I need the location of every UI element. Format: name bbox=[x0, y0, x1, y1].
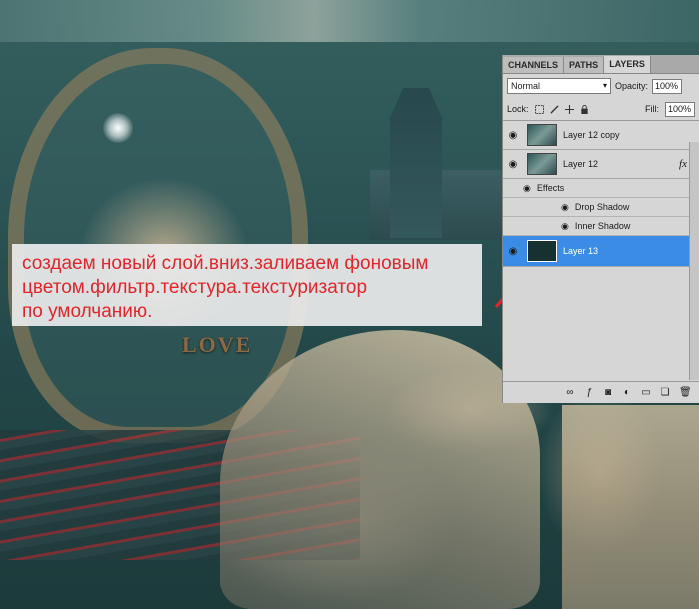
effects-row[interactable]: ◉ Effects bbox=[503, 179, 699, 198]
canvas-top-strip bbox=[0, 0, 699, 42]
layer-name: Layer 12 copy bbox=[563, 130, 620, 140]
fx-icon[interactable]: fx bbox=[679, 158, 687, 170]
adjustment-icon[interactable]: ◐ bbox=[622, 387, 632, 398]
tab-channels[interactable]: CHANNELS bbox=[503, 57, 565, 73]
tutorial-caption: создаем новый слой.вниз.заливаем фоновым… bbox=[12, 244, 482, 326]
effect-row-inner-shadow[interactable]: ◉ Inner Shadow bbox=[503, 217, 699, 236]
layer-thumbnail bbox=[527, 240, 557, 262]
layers-panel: CHANNELS PATHS LAYERS Normal ▾ Opacity: … bbox=[502, 55, 699, 403]
caption-line-3: по умолчанию. bbox=[22, 301, 153, 322]
layer-row-layer-13[interactable]: ◉ Layer 13 bbox=[503, 236, 699, 267]
eye-icon[interactable]: ◉ bbox=[503, 130, 523, 141]
layer-row-layer-12-copy[interactable]: ◉ Layer 12 copy bbox=[503, 121, 699, 150]
layer-name: Layer 12 bbox=[563, 159, 599, 169]
lock-all-icon[interactable] bbox=[580, 104, 589, 114]
opacity-input[interactable]: 100% bbox=[652, 78, 683, 94]
clock-tower bbox=[390, 88, 442, 238]
effect-name: Inner Shadow bbox=[574, 221, 631, 231]
effect-name: Drop Shadow bbox=[574, 202, 630, 212]
lock-label: Lock: bbox=[507, 104, 529, 114]
mask-icon[interactable]: ◙ bbox=[603, 387, 613, 398]
eye-icon[interactable]: ◉ bbox=[561, 221, 569, 232]
blend-row: Normal ▾ Opacity: 100% bbox=[503, 74, 699, 98]
blend-mode-value: Normal bbox=[511, 81, 541, 91]
lock-brush-icon[interactable] bbox=[549, 104, 559, 114]
folder-icon[interactable]: ▭ bbox=[641, 387, 651, 398]
tab-paths[interactable]: PATHS bbox=[564, 57, 605, 73]
caption-line-2: цветом.фильтр.текстура.текстуризатор bbox=[22, 277, 368, 298]
image-fragment bbox=[562, 405, 699, 609]
fill-input[interactable]: 100% bbox=[665, 101, 695, 117]
chevron-down-icon: ▾ bbox=[602, 81, 607, 90]
layer-thumbnail bbox=[527, 153, 557, 175]
eye-icon[interactable]: ◉ bbox=[561, 202, 569, 213]
layer-row-layer-12[interactable]: ◉ Layer 12 fx bbox=[503, 150, 699, 179]
lock-row: Lock: Fill: 100% bbox=[503, 98, 699, 121]
link-icon[interactable]: ∞ bbox=[565, 387, 575, 398]
trash-icon[interactable]: 🗑 bbox=[679, 387, 692, 398]
panel-scrollbar[interactable] bbox=[689, 142, 699, 380]
love-logo-text: LOVE bbox=[182, 332, 253, 357]
effect-row-drop-shadow[interactable]: ◉ Drop Shadow bbox=[503, 198, 699, 217]
layer-thumbnail bbox=[527, 124, 557, 146]
fx-icon[interactable]: ƒ bbox=[584, 387, 594, 398]
eye-icon[interactable]: ◉ bbox=[503, 246, 523, 257]
light-orb bbox=[103, 113, 133, 143]
opacity-label: Opacity: bbox=[615, 81, 649, 91]
lock-move-icon[interactable] bbox=[564, 104, 574, 114]
eye-icon[interactable]: ◉ bbox=[503, 159, 523, 170]
caption-line-1: создаем новый слой.вниз.заливаем фоновым bbox=[22, 253, 429, 274]
panel-bottom-toolbar: ∞ ƒ ◙ ◐ ▭ ❏ 🗑 bbox=[503, 381, 699, 403]
lock-transparent-icon[interactable] bbox=[534, 104, 544, 114]
fill-label: Fill: bbox=[645, 104, 659, 114]
tab-layers[interactable]: LAYERS bbox=[604, 56, 651, 73]
panel-tabs: CHANNELS PATHS LAYERS bbox=[503, 55, 699, 74]
eye-icon[interactable]: ◉ bbox=[523, 183, 531, 194]
layer-name: Layer 13 bbox=[563, 246, 599, 256]
new-layer-icon[interactable]: ❏ bbox=[660, 387, 670, 398]
effects-label: Effects bbox=[536, 183, 565, 193]
layers-list: ◉ Layer 12 copy ◉ Layer 12 fx ◉ Effects … bbox=[503, 121, 699, 267]
blend-mode-select[interactable]: Normal ▾ bbox=[507, 78, 611, 94]
